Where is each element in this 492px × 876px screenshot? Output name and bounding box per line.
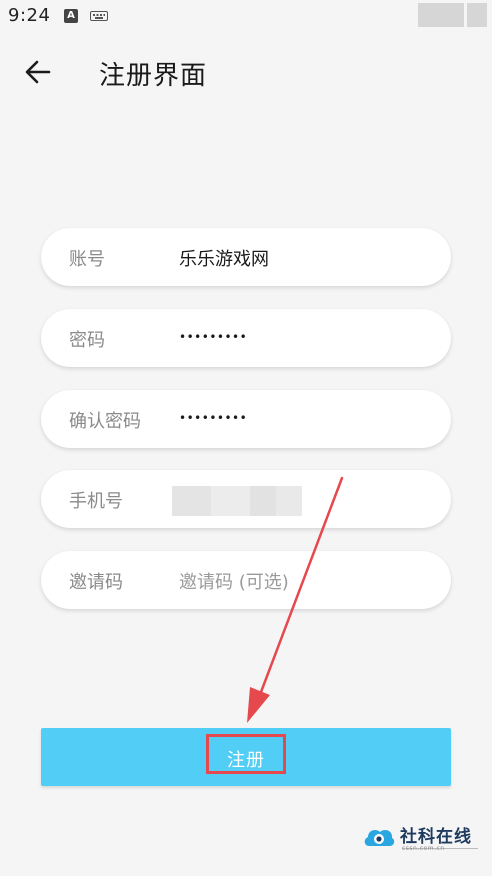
status-icons-redacted bbox=[418, 3, 464, 27]
back-button[interactable] bbox=[20, 55, 56, 89]
arrow-left-icon bbox=[25, 60, 51, 84]
account-label: 账号 bbox=[69, 249, 105, 270]
keyboard-icon bbox=[90, 11, 108, 21]
phone-label: 手机号 bbox=[69, 491, 123, 512]
register-button-label: 注册 bbox=[227, 750, 265, 771]
invite-code-input[interactable]: 邀请码 (可选) bbox=[179, 568, 289, 594]
watermark-logo: 社科在线 cssn.com.cn bbox=[362, 822, 482, 862]
password-input[interactable]: ••••••••• bbox=[179, 330, 247, 344]
watermark-text: 社科在线 bbox=[400, 827, 472, 847]
confirm-password-input[interactable]: ••••••••• bbox=[179, 411, 247, 425]
phone-input-redacted[interactable] bbox=[172, 486, 302, 516]
confirm-password-field[interactable]: 确认密码 ••••••••• bbox=[41, 390, 451, 448]
phone-field[interactable]: 手机号 bbox=[41, 470, 451, 528]
account-input[interactable]: 乐乐游戏网 bbox=[179, 245, 269, 271]
password-label: 密码 bbox=[69, 330, 105, 351]
status-icons-redacted-2 bbox=[467, 3, 487, 27]
status-time: 9:24 bbox=[8, 5, 51, 26]
page-title: 注册界面 bbox=[99, 61, 208, 91]
cloud-eye-icon bbox=[364, 829, 395, 846]
invite-code-label: 邀请码 bbox=[69, 572, 123, 593]
register-button[interactable]: 注册 bbox=[41, 728, 451, 786]
accessibility-icon: A bbox=[64, 9, 78, 23]
invite-code-field[interactable]: 邀请码 邀请码 (可选) bbox=[41, 551, 451, 609]
confirm-password-label: 确认密码 bbox=[69, 411, 141, 432]
watermark-subtext: cssn.com.cn bbox=[402, 845, 445, 852]
status-bar: 9:24 A bbox=[0, 0, 492, 30]
account-field[interactable]: 账号 乐乐游戏网 bbox=[41, 228, 451, 286]
password-field[interactable]: 密码 ••••••••• bbox=[41, 309, 451, 367]
